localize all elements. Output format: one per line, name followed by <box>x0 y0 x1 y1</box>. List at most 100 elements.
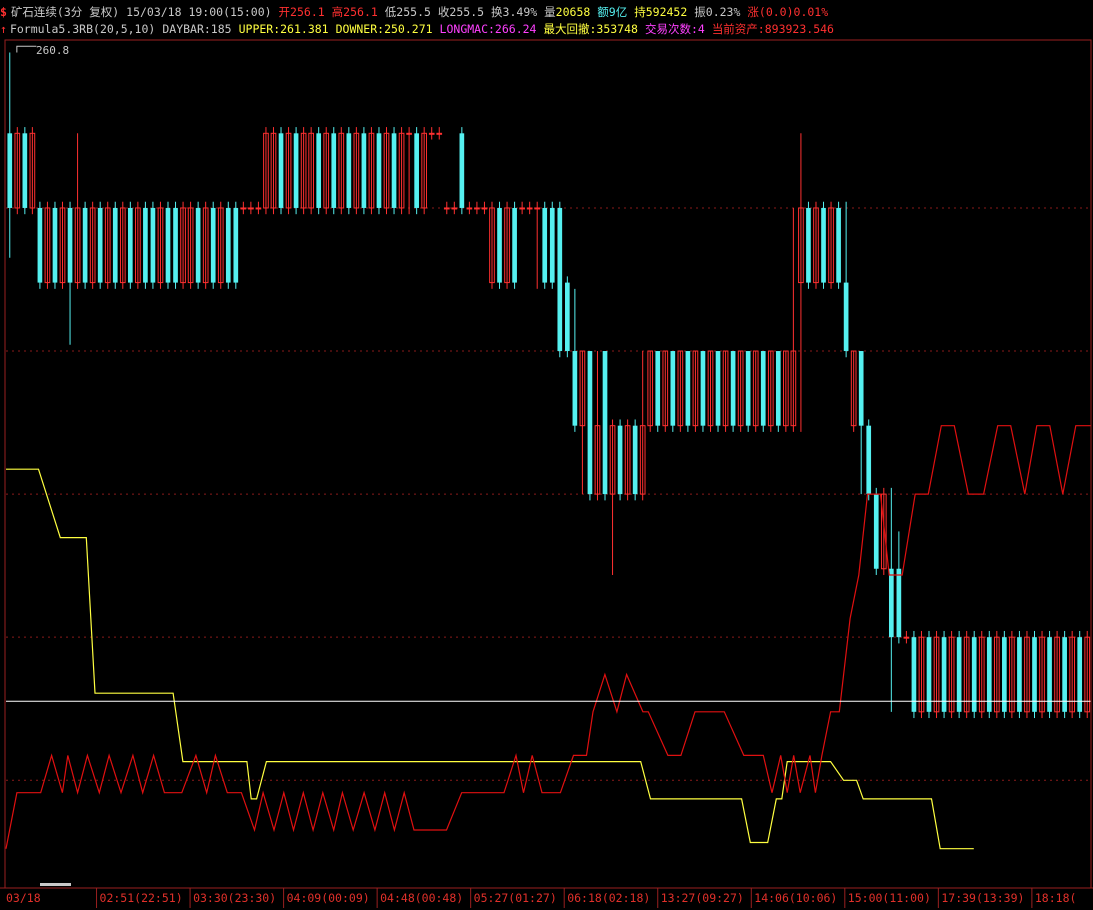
candle-body <box>632 425 638 495</box>
candle-body <box>542 207 548 283</box>
candle-body <box>836 207 841 283</box>
candle-body <box>451 207 458 210</box>
candle-body <box>526 207 533 210</box>
candle-body <box>22 133 28 208</box>
x-tick-label: 18:18( <box>1034 891 1077 905</box>
x-tick-label: 03/18 <box>6 891 41 905</box>
candle-body <box>248 207 254 210</box>
candle-body <box>165 207 171 283</box>
candle-body <box>150 207 156 283</box>
candle-body <box>316 133 322 208</box>
candle-body <box>225 207 231 283</box>
candle-body <box>414 133 419 208</box>
candle-body <box>685 351 691 426</box>
x-tick-label: 02:51(22:51) <box>99 891 183 905</box>
candle-body <box>617 425 623 495</box>
candle-body <box>911 637 917 712</box>
x-tick-label: 15:00(11:00) <box>847 891 931 905</box>
candle-body <box>858 351 864 426</box>
chart-frame <box>0 39 1093 908</box>
candle-body <box>67 207 73 283</box>
candle-body <box>565 282 570 352</box>
candle-body <box>903 636 910 639</box>
candle-body <box>497 207 502 283</box>
x-tick-label: 17:39(13:39) <box>941 891 1025 905</box>
candle-body <box>436 132 443 135</box>
candle-body <box>112 207 118 283</box>
candle-body <box>143 207 148 283</box>
candle-body <box>443 207 450 210</box>
candle-body <box>587 351 593 495</box>
candle-body <box>843 282 849 352</box>
x-tick-label: 06:18(02:18) <box>567 891 651 905</box>
candle-body <box>941 637 947 712</box>
candle-body <box>195 207 201 283</box>
candle-body <box>1077 637 1083 712</box>
candle-body <box>82 207 88 283</box>
x-tick-label: 04:48(00:48) <box>380 891 464 905</box>
candle-body <box>926 637 932 712</box>
candle-body <box>888 568 894 638</box>
candle-body <box>52 207 58 283</box>
candle-body <box>896 568 902 638</box>
x-tick-label: 03:30(23:30) <box>193 891 277 905</box>
candle-body <box>700 351 706 426</box>
candle-body <box>745 351 751 426</box>
candle-body <box>557 207 563 352</box>
candle-body <box>474 207 480 210</box>
yellow-indicator-line <box>6 468 974 850</box>
candle-body <box>1047 637 1052 712</box>
candle-body <box>361 133 367 208</box>
indicator-lines <box>5 45 1091 850</box>
candle-body <box>760 351 766 426</box>
scroll-handle <box>40 883 71 886</box>
chart-border <box>4 39 1092 889</box>
candle-body <box>519 207 525 210</box>
candle-body <box>255 207 262 210</box>
candle-body <box>730 351 736 426</box>
candle-body <box>572 351 578 426</box>
candle-body <box>655 351 661 426</box>
candle-body <box>670 351 676 426</box>
candle-body <box>602 351 608 495</box>
candle-body <box>331 133 337 208</box>
candle-body <box>806 207 811 283</box>
candle-body <box>233 207 239 283</box>
candle-body <box>428 132 435 135</box>
candle-body <box>512 207 517 283</box>
candle-body <box>873 494 879 569</box>
candle-body <box>278 133 284 208</box>
candle-body <box>1002 637 1007 712</box>
candle-body <box>346 133 352 208</box>
x-tick-label: 05:27(01:27) <box>473 891 557 905</box>
candle-body <box>1032 637 1037 712</box>
candle-body <box>127 207 133 283</box>
x-tick-label: 04:09(00:09) <box>286 891 370 905</box>
candle-body <box>210 207 216 283</box>
candle-body <box>391 133 397 208</box>
x-tick-label: 14:06(10:06) <box>754 891 838 905</box>
candle-body <box>956 637 962 712</box>
candle-body <box>293 133 299 208</box>
candle-body <box>37 207 43 283</box>
candle-body <box>971 637 977 712</box>
candle-body <box>173 207 178 283</box>
candle-body <box>866 425 872 495</box>
candle-body <box>534 207 541 210</box>
kline-chart[interactable] <box>0 0 1093 910</box>
candle-body <box>406 132 412 135</box>
candle-body <box>986 637 992 712</box>
candle-body <box>775 351 781 426</box>
candle-body <box>459 133 465 208</box>
price-marker-tick <box>16 45 37 53</box>
candlestick-series <box>7 52 1091 719</box>
candle-body <box>240 207 247 210</box>
candle-body <box>715 351 721 426</box>
candle-body <box>466 207 473 210</box>
candle-body <box>97 207 103 283</box>
candle-body <box>7 133 13 208</box>
candle-body <box>549 207 555 283</box>
candle-body <box>1062 637 1067 712</box>
candle-body <box>481 207 488 210</box>
x-tick-label: 13:27(09:27) <box>660 891 744 905</box>
